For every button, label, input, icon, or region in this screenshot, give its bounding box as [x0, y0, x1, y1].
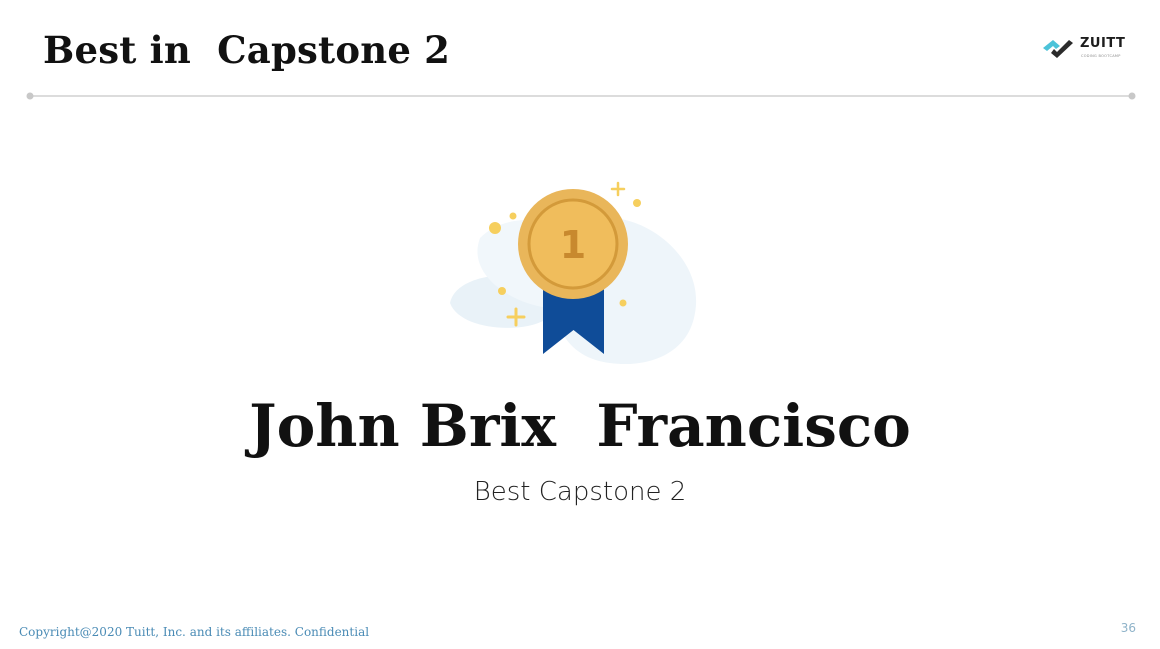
page-number: 36 [1120, 621, 1136, 635]
sparkle-dot [489, 222, 501, 234]
sparkle-dot [498, 287, 506, 295]
zuitt-logo-icon [1043, 40, 1073, 58]
slide-title: Best in Capstone 2 [43, 28, 451, 72]
sparkle-dot [509, 212, 517, 220]
sparkle-plus [610, 181, 626, 197]
medal-number: 1 [560, 223, 586, 267]
sparkle-dot [619, 299, 627, 307]
logo-tagline: CODING BOOTCAMP [1081, 54, 1121, 58]
zuitt-logo: ZUITT CODING BOOTCAMP [1040, 34, 1130, 64]
award-title: Best Capstone 2 [473, 477, 687, 507]
logo-wordmark: ZUITT [1080, 36, 1126, 51]
first-place-medal-icon: 1 [450, 181, 697, 365]
recipient-name: John Brix Francisco [249, 392, 911, 460]
sparkle-dot [633, 199, 641, 207]
footer-copyright: Copyright@2020 Tuitt, Inc. and its affil… [19, 625, 370, 639]
title-divider [26, 92, 1136, 100]
